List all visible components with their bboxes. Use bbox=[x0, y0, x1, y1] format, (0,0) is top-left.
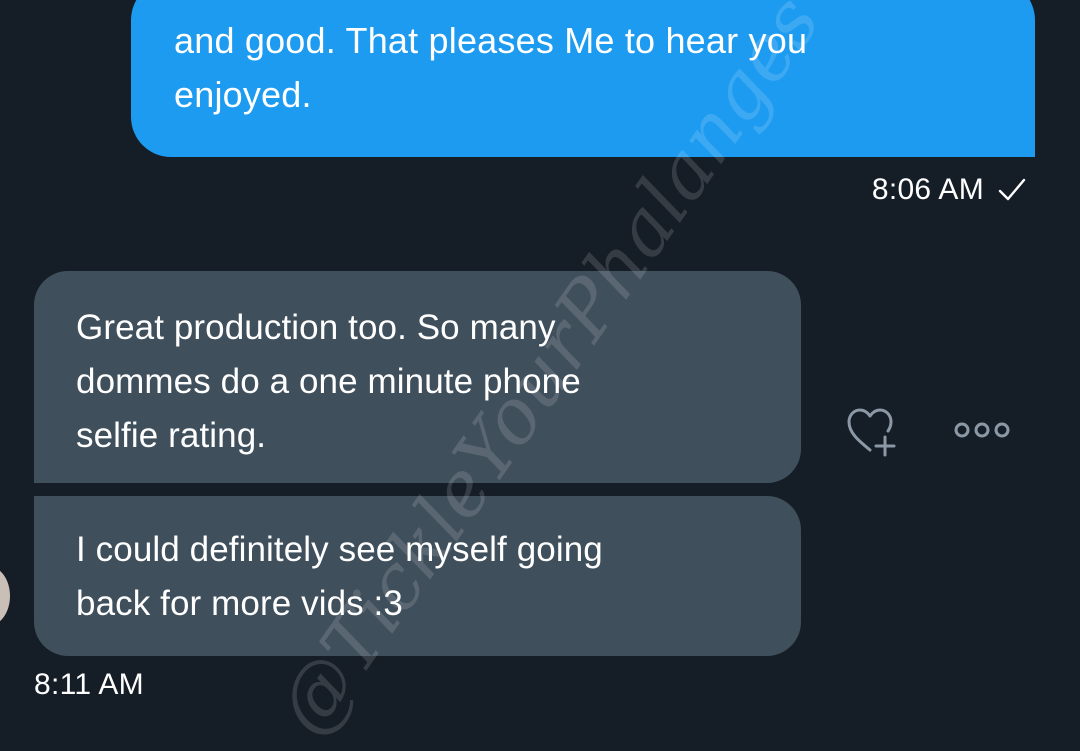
incoming-message-bubble[interactable]: Great production too. So many dommes do … bbox=[34, 271, 801, 483]
message-line: selfie rating. bbox=[76, 416, 267, 455]
avatar[interactable] bbox=[0, 566, 10, 626]
sent-message-meta: 8:06 AM bbox=[872, 170, 1028, 210]
message-line: dommes do a one minute phone bbox=[76, 362, 581, 401]
sent-check-icon bbox=[998, 178, 1026, 201]
message-line: Great production too. So many bbox=[76, 308, 556, 347]
message-line: enjoyed. bbox=[174, 74, 312, 115]
heart-plus-icon[interactable] bbox=[845, 405, 897, 457]
outgoing-message-bubble[interactable]: and good. That pleases Me to hear you en… bbox=[131, 0, 1035, 157]
message-line: back for more vids :3 bbox=[76, 584, 403, 623]
message-timestamp: 8:06 AM bbox=[871, 173, 984, 206]
message-line: and good. That pleases Me to hear you bbox=[174, 20, 808, 61]
more-options-icon[interactable] bbox=[954, 419, 1010, 441]
incoming-message-bubble[interactable]: I could definitely see myself going back… bbox=[34, 496, 801, 656]
message-line: I could definitely see myself going bbox=[76, 530, 603, 569]
message-timestamp: 8:11 AM bbox=[34, 668, 144, 701]
